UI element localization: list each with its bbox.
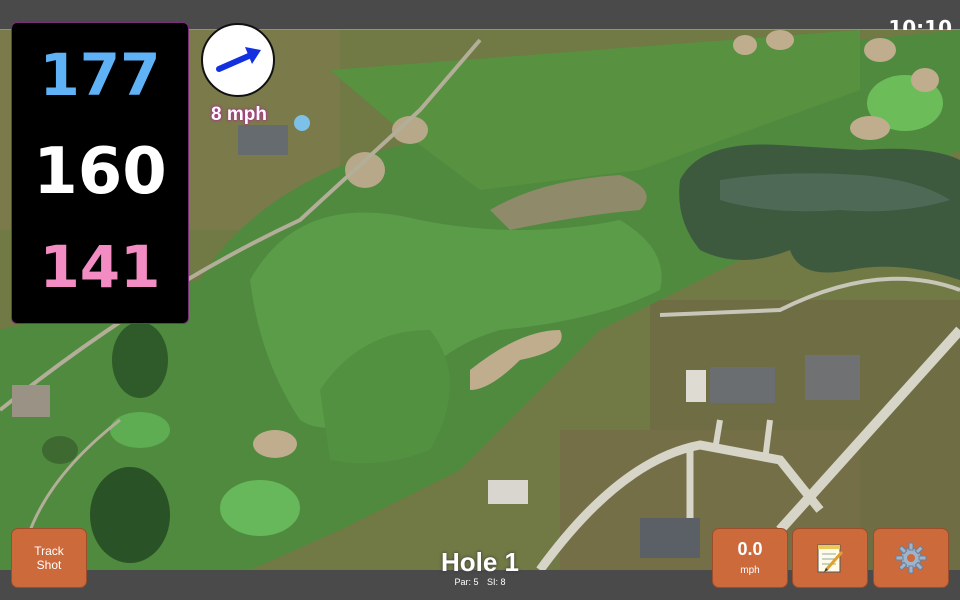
speed-button[interactable]: 0.0 mph <box>712 528 788 588</box>
front-yardage: 141 <box>39 233 161 301</box>
hole-title: Hole 1 <box>440 547 520 577</box>
notepad-icon <box>817 544 844 573</box>
wind-speed: 8 mph <box>211 104 267 125</box>
hole-stroke-index: SI: 8 <box>487 577 506 587</box>
yardage-panel: 177 160 141 <box>11 22 189 324</box>
speed-unit: mph <box>740 565 760 576</box>
speed-value: 0.0 <box>737 539 763 559</box>
middle-yardage: 160 <box>33 135 167 209</box>
settings-button[interactable] <box>873 528 949 588</box>
notes-button[interactable] <box>792 528 868 588</box>
track-shot-label-line2: Shot <box>36 558 62 572</box>
wind-arrow-icon <box>216 47 261 72</box>
hole-info: Par: 5 SI: 8 <box>400 577 560 587</box>
gear-icon <box>895 542 927 574</box>
hole-par: Par: 5 <box>454 577 479 587</box>
wind-direction-dial <box>201 23 275 97</box>
track-shot-button[interactable]: Track Shot <box>11 528 87 588</box>
back-yardage: 177 <box>39 41 161 109</box>
track-shot-label-line1: Track <box>34 544 64 558</box>
